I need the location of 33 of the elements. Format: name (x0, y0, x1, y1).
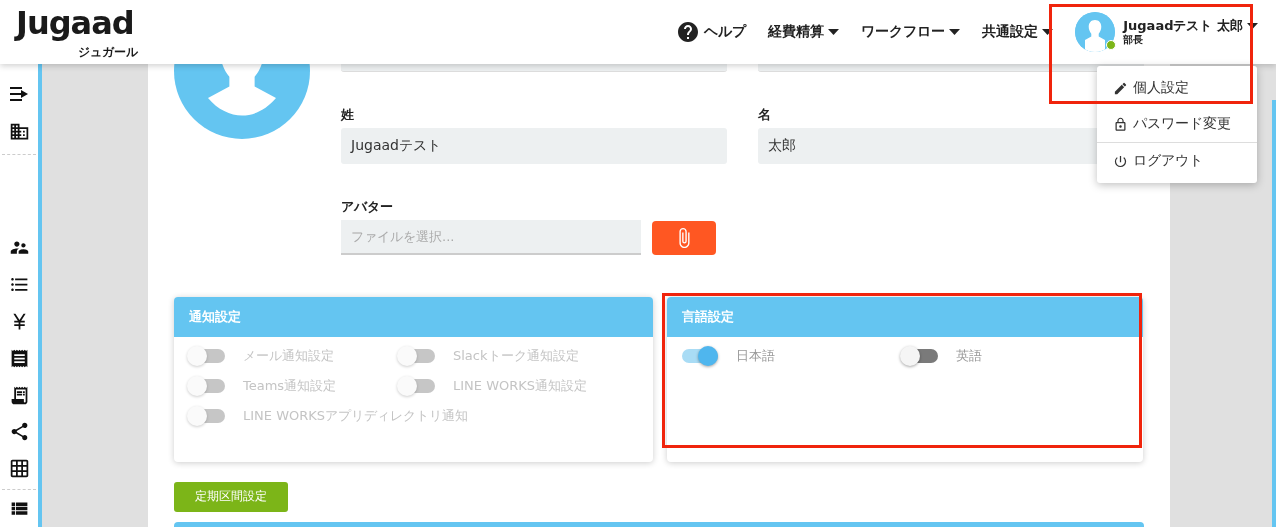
pencil-icon (1113, 80, 1128, 96)
toggle-label: LINE WORKS通知設定 (453, 377, 588, 395)
nav-menu[interactable]: ワークフロー (861, 23, 961, 41)
lock-icon (1113, 116, 1128, 132)
panel-title: 言語設定 (667, 297, 1143, 337)
field-label: 姓 (341, 106, 355, 124)
help-icon (676, 20, 701, 44)
nav-menu[interactable]: 共通設定 (982, 23, 1054, 41)
toggle-switch[interactable] (682, 349, 718, 363)
toggle-label: 日本語 (736, 347, 775, 365)
caret-icon (949, 29, 961, 35)
user-menu[interactable]: Jugaadテスト 太郎 (1123, 18, 1258, 34)
menu-item[interactable]: 個人設定 (1097, 70, 1257, 106)
caret-icon (828, 29, 840, 35)
logo[interactable]: Jugaad (12, 3, 138, 45)
input-field[interactable]: Jugaadテスト (341, 128, 727, 164)
toggle-label: 英語 (956, 347, 982, 365)
user-avatar[interactable] (1075, 12, 1116, 52)
nav-menu[interactable]: ヘルプ (676, 20, 747, 44)
caret-icon (1247, 23, 1258, 29)
panel-title: 通知設定 (174, 297, 653, 337)
field-label: アバター (341, 198, 394, 216)
input-field[interactable] (341, 64, 727, 72)
user-role: 部長 (1123, 33, 1145, 46)
toggle-switch[interactable] (902, 349, 938, 363)
input-field[interactable] (758, 64, 1144, 72)
toggle-label: Teams通知設定 (243, 377, 337, 395)
attach-button[interactable] (652, 220, 716, 255)
field-label: 名 (758, 106, 772, 124)
power-icon (1113, 153, 1128, 169)
logo-subtitle: ジュガール (77, 45, 138, 61)
nav-menu[interactable]: 経費精算 (768, 23, 840, 41)
caret-icon (1042, 29, 1054, 35)
